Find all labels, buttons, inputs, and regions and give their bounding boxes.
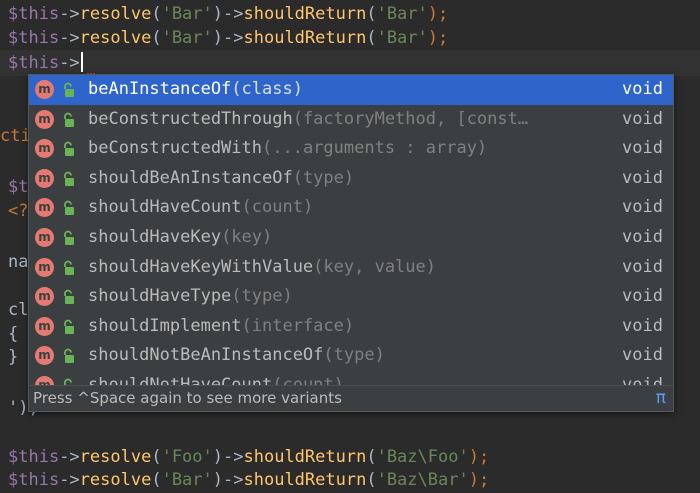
code-line-2: $this->resolve('Bar')->shouldReturn('Bar… (8, 28, 449, 48)
completion-item[interactable]: m shouldHaveType(type) void (29, 282, 673, 312)
pi-icon[interactable]: π (656, 386, 666, 410)
completion-item[interactable]: m shouldNotBeAnInstanceOf(type) void (29, 341, 673, 371)
completion-item-params: (interface) (241, 315, 355, 336)
code-line-foo: $this->resolve('Foo')->shouldReturn('Baz… (8, 447, 490, 467)
completion-item-params: (key) (221, 226, 273, 247)
completion-item-name: shouldHaveKeyWithValue (88, 256, 314, 277)
unlocked-icon (64, 230, 74, 245)
completion-item-name: shouldImplement (88, 315, 242, 336)
completion-item-params: (count) (241, 197, 314, 218)
completion-item[interactable]: m shouldImplement(interface) void (29, 312, 673, 342)
code-line-bar: $this->resolve('Bar')->shouldReturn('Baz… (8, 470, 490, 490)
text-caret (80, 52, 83, 72)
current-line-highlight (0, 50, 700, 76)
completion-item[interactable]: m beConstructedThrough(factoryMethod, [c… (29, 105, 673, 135)
completion-item-params: (count) (272, 374, 344, 385)
completion-item-type: void (622, 256, 663, 277)
completion-item-name: beConstructedWith (88, 138, 262, 159)
completion-item-params: (type) (231, 286, 293, 307)
completion-item[interactable]: m shouldHaveCount(count) void (29, 193, 673, 223)
completion-item-name: beAnInstanceOf (88, 79, 232, 99)
completion-item-params: (factoryMethod, [const… (292, 108, 529, 129)
unlocked-icon (64, 349, 74, 364)
completion-item[interactable]: m shouldHaveKeyWithValue(key, value) voi… (29, 253, 673, 283)
unlocked-icon (64, 82, 74, 97)
completion-item-type: void (622, 315, 663, 336)
completion-item[interactable]: m beConstructedWith(...arguments : array… (29, 134, 673, 164)
code-fragment: $t (8, 177, 29, 197)
completion-item-type: void (622, 226, 663, 247)
method-icon: m (35, 109, 54, 129)
completion-footer: Press ^Space again to see more variants … (29, 385, 673, 411)
code-line-current[interactable]: $this-> (8, 51, 83, 75)
unlocked-icon (64, 112, 74, 127)
unlocked-icon (64, 171, 74, 186)
completion-item-name: shouldHaveKey (88, 226, 222, 247)
unlocked-icon (64, 260, 74, 275)
completion-item[interactable]: m beAnInstanceOf(class) void (29, 75, 673, 105)
unlocked-icon (64, 319, 74, 334)
more-variants-hint: Press ^Space again to see more variants (33, 389, 342, 407)
completion-item-params: (class) (231, 79, 303, 99)
code-fragment: na (8, 252, 29, 272)
code-fragment: cl (8, 300, 29, 320)
unlocked-icon (64, 289, 74, 305)
completion-item-type: void (622, 197, 663, 218)
completion-item-params: (key, value) (313, 256, 436, 277)
completion-item[interactable]: m shouldNotHaveCount(count) void (29, 371, 673, 385)
completion-item-type: void (622, 138, 663, 159)
completion-item-params: (type) (323, 345, 385, 366)
completion-item-type: void (622, 79, 663, 99)
completion-item-type: void (622, 345, 663, 366)
completion-item-type: void (622, 108, 663, 129)
method-icon: m (35, 139, 54, 159)
completion-item-name: shouldHaveCount (88, 197, 242, 218)
method-icon: m (35, 346, 54, 366)
completion-item-name: beConstructedThrough (88, 108, 293, 129)
code-fragment: } (8, 347, 19, 367)
method-icon: m (35, 257, 54, 277)
completion-item-type: void (622, 374, 663, 385)
unlocked-icon (64, 141, 74, 157)
completion-item-name: shouldNotHaveCount (88, 374, 273, 385)
method-icon: m (35, 227, 54, 247)
completion-item-params: (type) (292, 167, 355, 188)
completion-item-type: void (622, 286, 663, 307)
unlocked-icon (64, 201, 74, 216)
completion-popup[interactable]: m beAnInstanceOf(class) void m beConstru… (28, 74, 674, 412)
method-icon: m (35, 316, 54, 336)
completion-item[interactable]: m shouldHaveKey(key) void (29, 223, 673, 253)
completion-item-name: shouldNotBeAnInstanceOf (88, 345, 324, 366)
code-fragment: { (8, 324, 19, 344)
unlocked-icon (64, 378, 74, 385)
method-icon: m (35, 198, 54, 218)
code-fragment: <? (8, 201, 29, 221)
completion-item-name: shouldHaveType (88, 286, 232, 307)
completion-item-name: shouldBeAnInstanceOf (88, 167, 293, 188)
completion-list[interactable]: m beAnInstanceOf(class) void m beConstru… (29, 75, 673, 385)
completion-item[interactable]: m shouldBeAnInstanceOf(type) void (29, 164, 673, 194)
code-fragment: cti (0, 126, 31, 146)
completion-item-params: (...arguments : array) (262, 138, 488, 159)
method-icon: m (35, 375, 54, 385)
method-icon: m (35, 168, 54, 188)
completion-item-type: void (622, 167, 663, 188)
code-line-1: $this->resolve('Bar')->shouldReturn('Bar… (8, 4, 449, 24)
method-icon: m (35, 287, 54, 307)
method-icon: m (35, 80, 54, 99)
